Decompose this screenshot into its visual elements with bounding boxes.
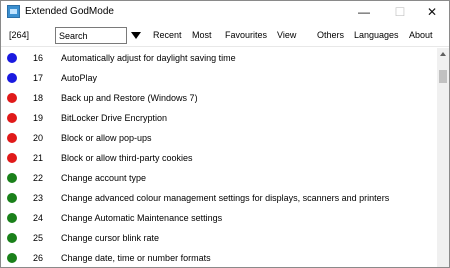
list-item[interactable]: 24 Change Automatic Maintenance settings [1,208,437,228]
item-name: AutoPlay [61,73,98,83]
minimize-button[interactable]: — [347,1,381,23]
status-dot-icon [7,213,17,223]
item-name: Back up and Restore (Windows 7) [61,93,198,103]
list-item[interactable]: 22 Change account type [1,168,437,188]
status-dot-icon [7,153,17,163]
menu-others[interactable]: Others [317,30,344,40]
status-dot-icon [7,93,17,103]
list-item[interactable]: 21 Block or allow third-party cookies [1,148,437,168]
menu-view[interactable]: View [277,30,296,40]
search-input[interactable] [55,27,127,44]
item-number: 21 [32,153,43,163]
item-name: Change account type [61,173,147,183]
list-item[interactable]: 23 Change advanced colour management sett… [1,188,437,208]
list-item[interactable]: 19 BitLocker Drive Encryption [1,108,437,128]
menu-recent[interactable]: Recent [153,30,182,40]
status-dot-icon [7,113,17,123]
list-item[interactable]: 20 Block or allow pop-ups [1,128,437,148]
scroll-up-icon[interactable] [440,52,446,56]
item-number: 22 [32,173,43,183]
settings-list: 16 Automatically adjust for daylight savi… [1,48,437,267]
item-number: 16 [32,53,43,63]
maximize-button[interactable]: ☐ [383,1,417,23]
item-number: 19 [32,113,43,123]
status-dot-icon [7,253,17,263]
menu-about[interactable]: About [409,30,433,40]
search-dropdown-icon[interactable] [131,32,141,39]
window-title: Extended GodMode [25,6,114,17]
item-number: 17 [32,73,43,83]
app-window: Extended GodMode — ☐ ✕ [264] Recent Most… [0,0,450,268]
item-name: Block or allow pop-ups [61,133,152,143]
item-name: Change Automatic Maintenance settings [61,213,223,223]
item-name: BitLocker Drive Encryption [61,113,168,123]
status-dot-icon [7,233,17,243]
item-count: [264] [9,30,30,40]
list-item[interactable]: 26 Change date, time or number formats [1,248,437,267]
item-name: Automatically adjust for daylight saving… [61,53,236,63]
status-dot-icon [7,53,17,63]
item-number: 24 [32,213,43,223]
status-dot-icon [7,73,17,83]
toolbar: [264] Recent Most Favourites View Others… [1,23,449,47]
item-name: Change cursor blink rate [61,233,160,243]
status-dot-icon [7,193,17,203]
title-bar[interactable]: Extended GodMode — ☐ ✕ [1,1,449,23]
app-icon [7,5,20,18]
item-number: 18 [32,93,43,103]
status-dot-icon [7,133,17,143]
menu-favourites[interactable]: Favourites [225,30,267,40]
item-name: Change date, time or number formats [61,253,211,263]
item-name: Change advanced colour management settin… [61,193,390,203]
close-button[interactable]: ✕ [415,1,449,23]
item-number: 25 [32,233,43,243]
menu-languages[interactable]: Languages [354,30,399,40]
item-number: 26 [32,253,43,263]
list-item[interactable]: 17 AutoPlay [1,68,437,88]
item-name: Block or allow third-party cookies [61,153,193,163]
vertical-scrollbar[interactable] [437,48,449,267]
scroll-thumb[interactable] [439,70,447,83]
item-number: 20 [32,133,43,143]
list-item[interactable]: 25 Change cursor blink rate [1,228,437,248]
menu-most[interactable]: Most [192,30,212,40]
list-item[interactable]: 16 Automatically adjust for daylight savi… [1,48,437,68]
status-dot-icon [7,173,17,183]
item-number: 23 [32,193,43,203]
list-item[interactable]: 18 Back up and Restore (Windows 7) [1,88,437,108]
